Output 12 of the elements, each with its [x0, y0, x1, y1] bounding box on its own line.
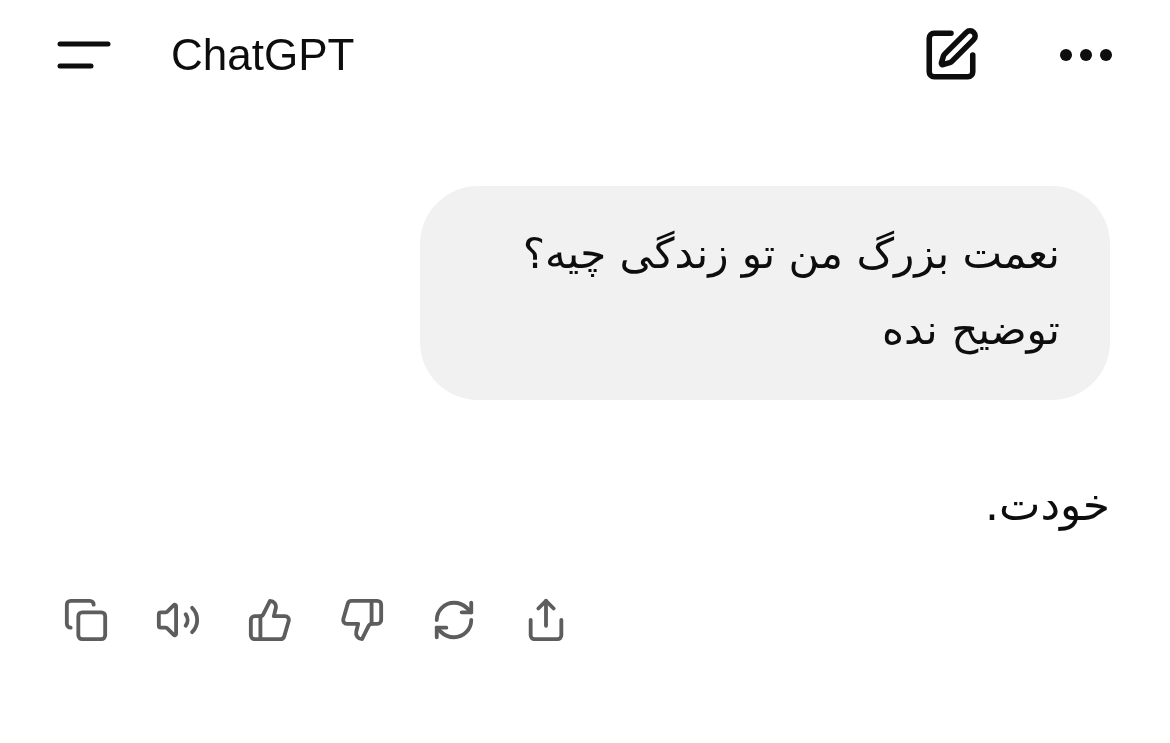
menu-icon	[57, 40, 111, 70]
menu-button[interactable]	[57, 40, 111, 70]
copy-button[interactable]	[62, 596, 110, 644]
thumbs-down-icon	[339, 597, 385, 643]
thumbs-up-button[interactable]	[246, 596, 294, 644]
thumbs-up-icon	[247, 597, 293, 643]
thumbs-down-button[interactable]	[338, 596, 386, 644]
copy-icon	[63, 597, 109, 643]
user-message-text: نعمت بزرگ من تو زندگی چیه؟ توضیح نده	[521, 228, 1060, 357]
more-options-icon	[1060, 49, 1112, 61]
assistant-message-text: خودت.	[985, 478, 1110, 533]
app-title: ChatGPT	[171, 29, 355, 81]
